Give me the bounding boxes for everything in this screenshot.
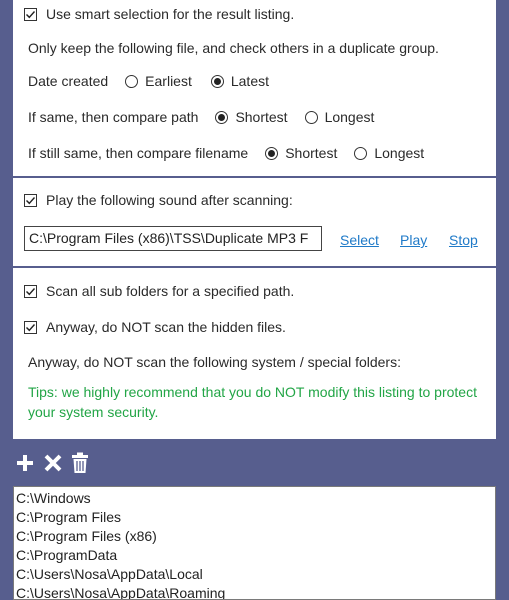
compare-filename-label: If still same, then compare filename (28, 145, 249, 161)
stop-sound-link[interactable]: Stop (449, 232, 478, 248)
filename-shortest-label[interactable]: Shortest (285, 145, 337, 161)
list-item[interactable]: C:\Windows (16, 489, 495, 508)
play-sound-label: Play the following sound after scanning: (46, 192, 293, 208)
description-row: Only keep the following file, and check … (28, 40, 439, 56)
smart-selection-checkbox[interactable] (24, 7, 37, 21)
filename-longest-label[interactable]: Longest (374, 145, 424, 161)
sound-panel: Play the following sound after scanning:… (13, 178, 496, 266)
checkmark-icon (26, 323, 36, 331)
path-longest-label[interactable]: Longest (325, 109, 375, 125)
list-item[interactable]: C:\Program Files (16, 508, 495, 527)
scan-options-panel: Scan all sub folders for a specified pat… (13, 268, 496, 439)
date-earliest-radio[interactable] (125, 74, 139, 88)
checkmark-icon (26, 196, 36, 204)
smart-selection-row[interactable]: Use smart selection for the result listi… (24, 6, 294, 22)
path-shortest-radio[interactable] (215, 110, 229, 124)
checkmark-icon (26, 10, 36, 18)
date-latest-radio[interactable] (210, 74, 224, 88)
play-sound-link[interactable]: Play (400, 232, 427, 248)
date-created-label: Date created (28, 73, 109, 89)
skip-hidden-row[interactable]: Anyway, do NOT scan the hidden files. (24, 319, 286, 335)
result-listing-panel: Use smart selection for the result listi… (13, 0, 496, 176)
folder-toolbar (15, 452, 89, 474)
skip-hidden-checkbox[interactable] (24, 320, 37, 334)
list-item[interactable]: C:\ProgramData (16, 546, 495, 565)
list-item[interactable]: C:\Users\Nosa\AppData\Roaming (16, 584, 495, 599)
smart-selection-label: Use smart selection for the result listi… (46, 6, 295, 22)
list-item[interactable]: C:\Program Files (x86) (16, 527, 495, 546)
tips-text: Tips: we highly recommend that you do NO… (28, 384, 477, 420)
sound-path-input[interactable]: C:\Program Files (x86)\TSS\Duplicate MP3… (24, 226, 322, 251)
scan-subfolders-checkbox[interactable] (24, 284, 37, 298)
compare-path-row: If same, then compare path Shortest Long… (28, 109, 374, 125)
filename-shortest-radio[interactable] (265, 146, 279, 160)
system-folders-label: Anyway, do NOT scan the following system… (28, 354, 401, 370)
list-item[interactable]: C:\Users\Nosa\AppData\Local (16, 565, 495, 584)
delete-icon[interactable] (43, 453, 63, 473)
add-icon[interactable] (15, 453, 35, 473)
trash-icon[interactable] (71, 452, 89, 474)
play-sound-checkbox[interactable] (24, 193, 37, 207)
date-earliest-label[interactable]: Earliest (145, 73, 192, 89)
select-sound-link[interactable]: Select (340, 232, 379, 248)
path-longest-radio[interactable] (304, 110, 318, 124)
skip-hidden-label: Anyway, do NOT scan the hidden files. (46, 319, 286, 335)
scan-subfolders-row[interactable]: Scan all sub folders for a specified pat… (24, 283, 294, 299)
date-created-row: Date created Earliest Latest (28, 73, 269, 89)
path-shortest-label[interactable]: Shortest (235, 109, 287, 125)
compare-path-label: If same, then compare path (28, 109, 199, 125)
result-listing-description: Only keep the following file, and check … (28, 40, 439, 56)
compare-filename-row: If still same, then compare filename Sho… (28, 145, 424, 161)
date-latest-label[interactable]: Latest (231, 73, 269, 89)
filename-longest-radio[interactable] (354, 146, 368, 160)
checkmark-icon (26, 287, 36, 295)
scan-subfolders-label: Scan all sub folders for a specified pat… (46, 283, 295, 299)
play-sound-row[interactable]: Play the following sound after scanning: (24, 192, 293, 208)
excluded-folders-list[interactable]: C:\Windows C:\Program Files C:\Program F… (13, 486, 496, 600)
system-folders-row: Anyway, do NOT scan the following system… (28, 354, 401, 370)
